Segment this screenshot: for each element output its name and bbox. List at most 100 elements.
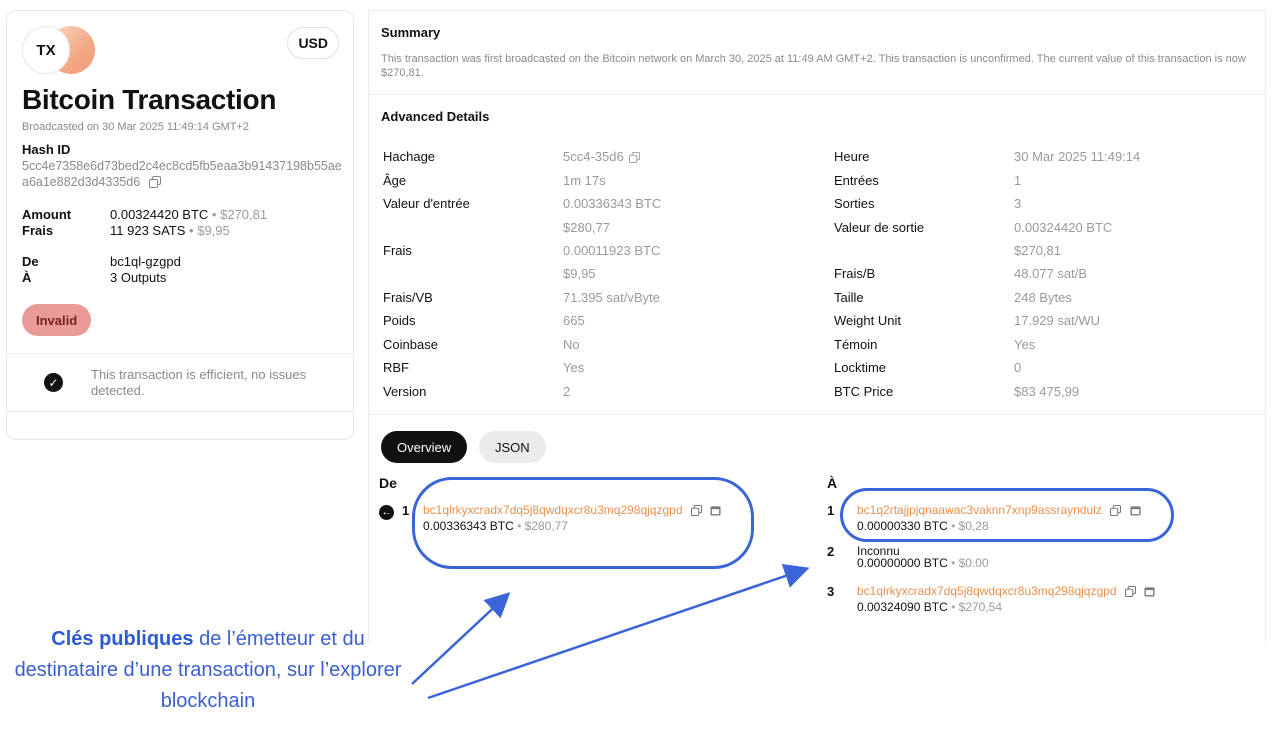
input-number: 1 bbox=[402, 503, 410, 518]
detail-label: Taille bbox=[834, 290, 864, 305]
output-amount: 0.00324090 BTC • $270,54 bbox=[857, 600, 1002, 614]
detail-label: BTC Price bbox=[834, 384, 894, 399]
detail-row: Valeur de sortie 0.00324420 BTC bbox=[834, 220, 1112, 235]
calendar-icon[interactable] bbox=[1144, 586, 1155, 600]
arrow-left-icon: ← bbox=[379, 505, 394, 520]
detail-row: Âge 1m 17s bbox=[383, 173, 606, 188]
detail-value: 30 Mar 2025 11:49:14 bbox=[1014, 149, 1141, 164]
to-label: À bbox=[22, 270, 32, 285]
dot-separator: • bbox=[189, 223, 194, 238]
detail-row: Locktime 0 bbox=[834, 360, 1021, 375]
detail-value: 2 bbox=[563, 384, 571, 399]
copy-icon[interactable] bbox=[1124, 586, 1136, 600]
detail-row: Frais 0.00011923 BTC bbox=[383, 243, 660, 258]
fee-usd: $9,95 bbox=[197, 223, 230, 238]
fee-row: Frais 11 923 SATS • $9,95 bbox=[22, 223, 230, 238]
amount-usd: $270,81 bbox=[220, 207, 268, 222]
status-badge: Invalid bbox=[22, 304, 92, 336]
caption-bold: Clés publiques bbox=[51, 628, 194, 650]
hash-short: 5cc4-35d6 bbox=[563, 149, 624, 164]
detail-row: Valeur d'entrée 0.00336343 BTC bbox=[383, 196, 661, 211]
copy-icon[interactable] bbox=[148, 176, 161, 192]
divider bbox=[7, 411, 353, 412]
detail-row: $270,81 bbox=[834, 243, 1061, 258]
divider bbox=[7, 353, 353, 354]
detail-value: 0.00011923 BTC bbox=[563, 243, 661, 258]
detail-value: 1m 17s bbox=[563, 173, 606, 188]
fee-label: Frais bbox=[22, 223, 54, 238]
output-btc: 0.00324090 BTC bbox=[857, 600, 948, 614]
currency-toggle-button[interactable]: USD bbox=[287, 27, 339, 59]
fee-sats: 11 923 SATS bbox=[110, 223, 186, 238]
hash-text: 5cc4e7358e6d73bed2c4ec8cd5fb5eaa3b914371… bbox=[22, 159, 342, 189]
detail-label bbox=[383, 220, 563, 235]
detail-row: Entrées 1 bbox=[834, 173, 1021, 188]
amount-row: Amount 0.00324420 BTC • $270,81 bbox=[22, 207, 267, 222]
detail-value: $83 475,99 bbox=[1014, 384, 1080, 399]
detail-row: Sorties 3 bbox=[834, 196, 1021, 211]
efficiency-message: This transaction is efficient, no issues… bbox=[91, 367, 307, 398]
output-usd: $270,54 bbox=[958, 600, 1003, 614]
amount-label: Amount bbox=[22, 207, 72, 222]
detail-value: Yes bbox=[563, 360, 585, 375]
outputs-heading: À bbox=[827, 475, 838, 491]
from-link[interactable]: bc1ql-gzgpd bbox=[110, 254, 181, 269]
summary-title: Summary bbox=[381, 25, 441, 40]
detail-label: Frais/B bbox=[834, 266, 876, 281]
detail-value: 48.077 sat/B bbox=[1014, 266, 1087, 281]
detail-value: 71.395 sat/vByte bbox=[563, 290, 660, 305]
detail-row: Témoin Yes bbox=[834, 337, 1035, 352]
copy-icon[interactable] bbox=[628, 151, 640, 166]
detail-value: 665 bbox=[563, 313, 585, 328]
detail-value: 0.00336343 BTC bbox=[563, 196, 662, 211]
output-address: bc1qlrkyxcradx7dq5j8qwdqxcr8u3mq298qjqzg… bbox=[857, 584, 1155, 600]
detail-value: 0.00324420 BTC bbox=[1014, 220, 1113, 235]
outputs-link[interactable]: 3 Outputs bbox=[110, 270, 166, 285]
dot-separator: • bbox=[951, 600, 956, 614]
detail-row: Hachage 5cc4-35d6 bbox=[383, 149, 640, 166]
output-number: 1 bbox=[827, 503, 835, 518]
summary-text: This transaction was first broadcasted o… bbox=[381, 53, 1246, 79]
annotation-caption: Clés publiques de l’émetteur et du desti… bbox=[8, 624, 408, 717]
transaction-card: TX USD Bitcoin Transaction Broadcasted o… bbox=[6, 10, 354, 440]
amount-btc: 0.00324420 BTC bbox=[110, 207, 209, 222]
output-usd: $0.00 bbox=[958, 556, 989, 570]
tx-badge: TX bbox=[22, 26, 70, 74]
output-btc: 0.00000000 BTC bbox=[857, 556, 948, 570]
detail-label bbox=[383, 266, 563, 281]
divider bbox=[369, 94, 1265, 95]
broadcast-date: Broadcasted on 30 Mar 2025 11:49:14 GMT+… bbox=[22, 121, 249, 133]
detail-label: Frais/VB bbox=[383, 290, 433, 305]
tab-overview[interactable]: Overview bbox=[381, 431, 468, 463]
output-amount: 0.00000000 BTC • $0.00 bbox=[857, 556, 989, 570]
detail-label: Poids bbox=[383, 313, 416, 328]
inputs-heading: De bbox=[379, 475, 397, 491]
detail-value: 3 bbox=[1014, 196, 1022, 211]
detail-label: Locktime bbox=[834, 360, 887, 375]
dot-separator: • bbox=[951, 556, 956, 570]
hash-value: 5cc4e7358e6d73bed2c4ec8cd5fb5eaa3b914371… bbox=[22, 158, 347, 192]
detail-row: $280,77 bbox=[383, 220, 610, 235]
detail-row: RBF Yes bbox=[383, 360, 584, 375]
detail-value: 248 Bytes bbox=[1014, 290, 1072, 305]
detail-label: Valeur de sortie bbox=[834, 220, 925, 235]
detail-label: Âge bbox=[383, 173, 407, 188]
detail-row: Coinbase No bbox=[383, 337, 580, 352]
divider bbox=[369, 414, 1265, 415]
from-label: De bbox=[22, 254, 39, 269]
output-number: 3 bbox=[827, 584, 835, 599]
dot-separator: • bbox=[211, 207, 217, 222]
check-icon: ✓ bbox=[44, 373, 63, 392]
detail-label: Frais bbox=[383, 243, 412, 258]
detail-row: Version 2 bbox=[383, 384, 570, 399]
tab-json[interactable]: JSON bbox=[479, 431, 546, 463]
output-address-link[interactable]: bc1qlrkyxcradx7dq5j8qwdqxcr8u3mq298qjqzg… bbox=[857, 584, 1117, 598]
detail-value: 17.929 sat/WU bbox=[1014, 313, 1100, 328]
output-number: 2 bbox=[827, 544, 835, 559]
page-title: Bitcoin Transaction bbox=[22, 84, 277, 115]
detail-row: Weight Unit 17.929 sat/WU bbox=[834, 313, 1100, 328]
detail-row: $9,95 bbox=[383, 266, 596, 281]
detail-label: Témoin bbox=[834, 337, 878, 352]
detail-row: Poids 665 bbox=[383, 313, 585, 328]
detail-value: Yes bbox=[1014, 337, 1036, 352]
